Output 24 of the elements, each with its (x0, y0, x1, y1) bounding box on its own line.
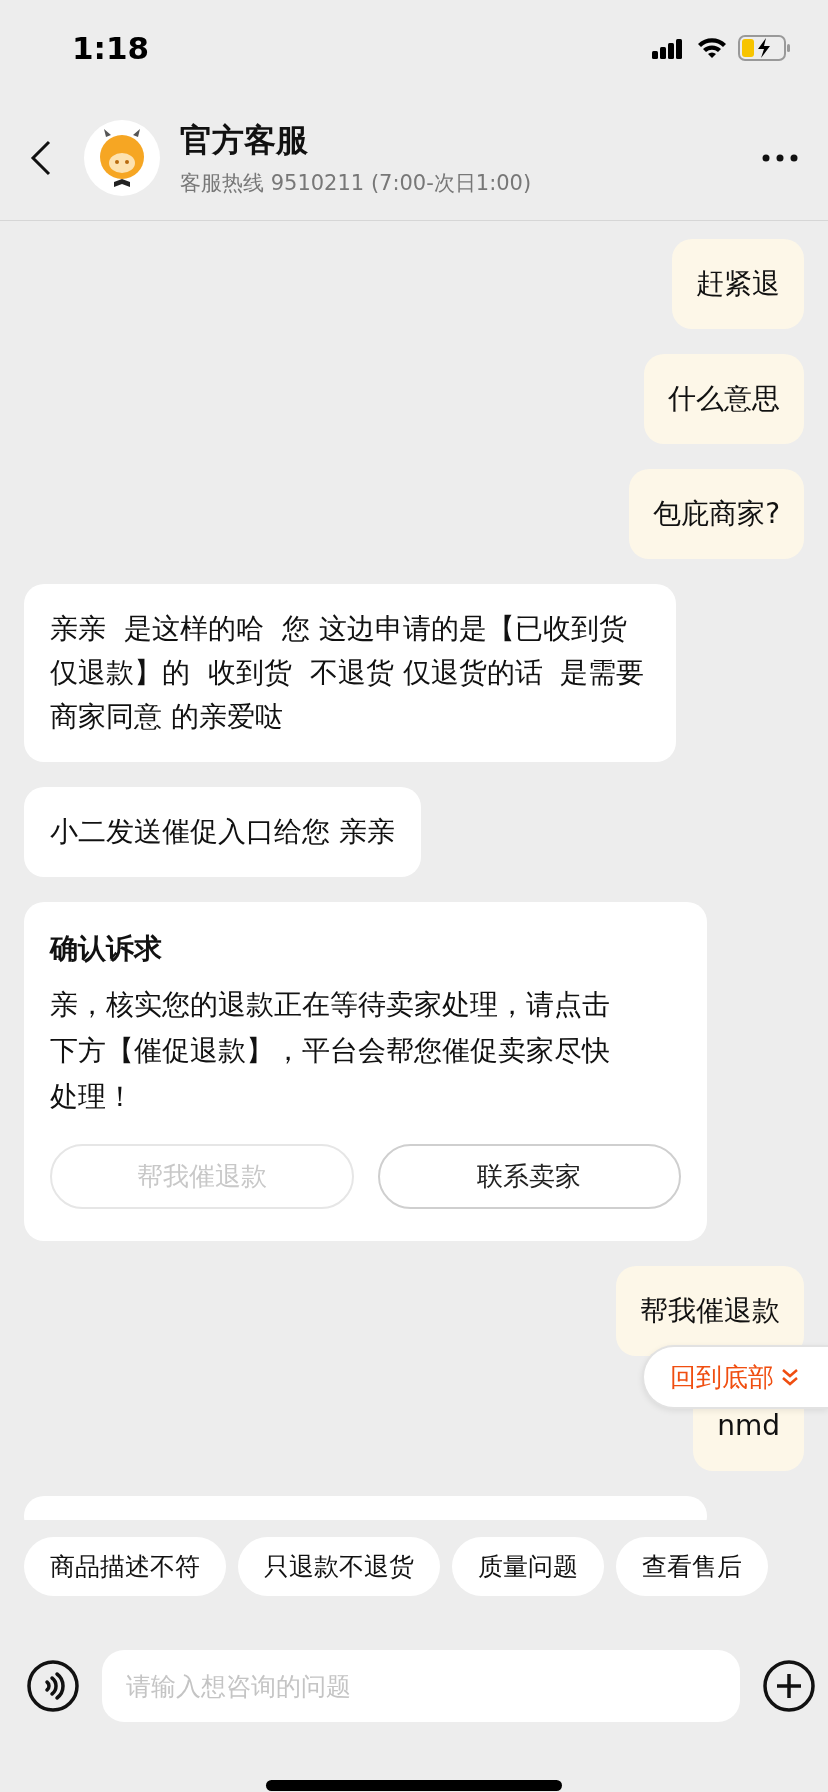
quick-reply-chip[interactable]: 商品描述不符 (24, 1537, 226, 1596)
voice-icon[interactable] (26, 1659, 80, 1713)
status-time: 1:18 (72, 29, 150, 66)
quick-reply-chip[interactable]: 质量问题 (452, 1537, 604, 1596)
message-input[interactable]: 请输入想咨询的问题 (102, 1650, 740, 1722)
quick-reply-chip[interactable]: 查看售后 (616, 1537, 768, 1596)
plus-icon[interactable] (762, 1659, 816, 1713)
message-bubble: 包庇商家? (629, 469, 804, 559)
message-bubble: 亲亲 是这样的哈 您 这边申请的是【已收到货仅退款】的 收到货 不退货 仅退货的话 是需要商家同意 的亲爱哒 (24, 584, 676, 762)
quick-reply-chip[interactable]: 只退款不退货 (238, 1537, 440, 1596)
wifi-icon (696, 35, 728, 60)
battery-icon (738, 34, 792, 61)
message-bubble: 小二发送催促入口给您 亲亲 (24, 787, 421, 877)
message-bubble: 赶紧退 (672, 239, 804, 329)
back-icon[interactable] (30, 139, 52, 176)
double-chevron-icon (780, 1367, 800, 1387)
hotline-text: 客服热线 9510211 (7:00-次日1:00) (180, 169, 533, 197)
back-to-bottom-button[interactable]: 回到底部 (642, 1345, 828, 1409)
message-bubble: 什么意思 (644, 354, 804, 444)
card-button[interactable]: 联系卖家 (377, 1144, 681, 1209)
chat-title: 官方客服 (180, 119, 309, 161)
card-title: 确认诉求 (50, 931, 163, 967)
more-icon[interactable] (762, 153, 798, 162)
card-text: 亲，核实您的退款正在等待卖家处理，请点击下方【催促退款】，平台会帮您催促卖家尽快处理！ (50, 987, 611, 1115)
